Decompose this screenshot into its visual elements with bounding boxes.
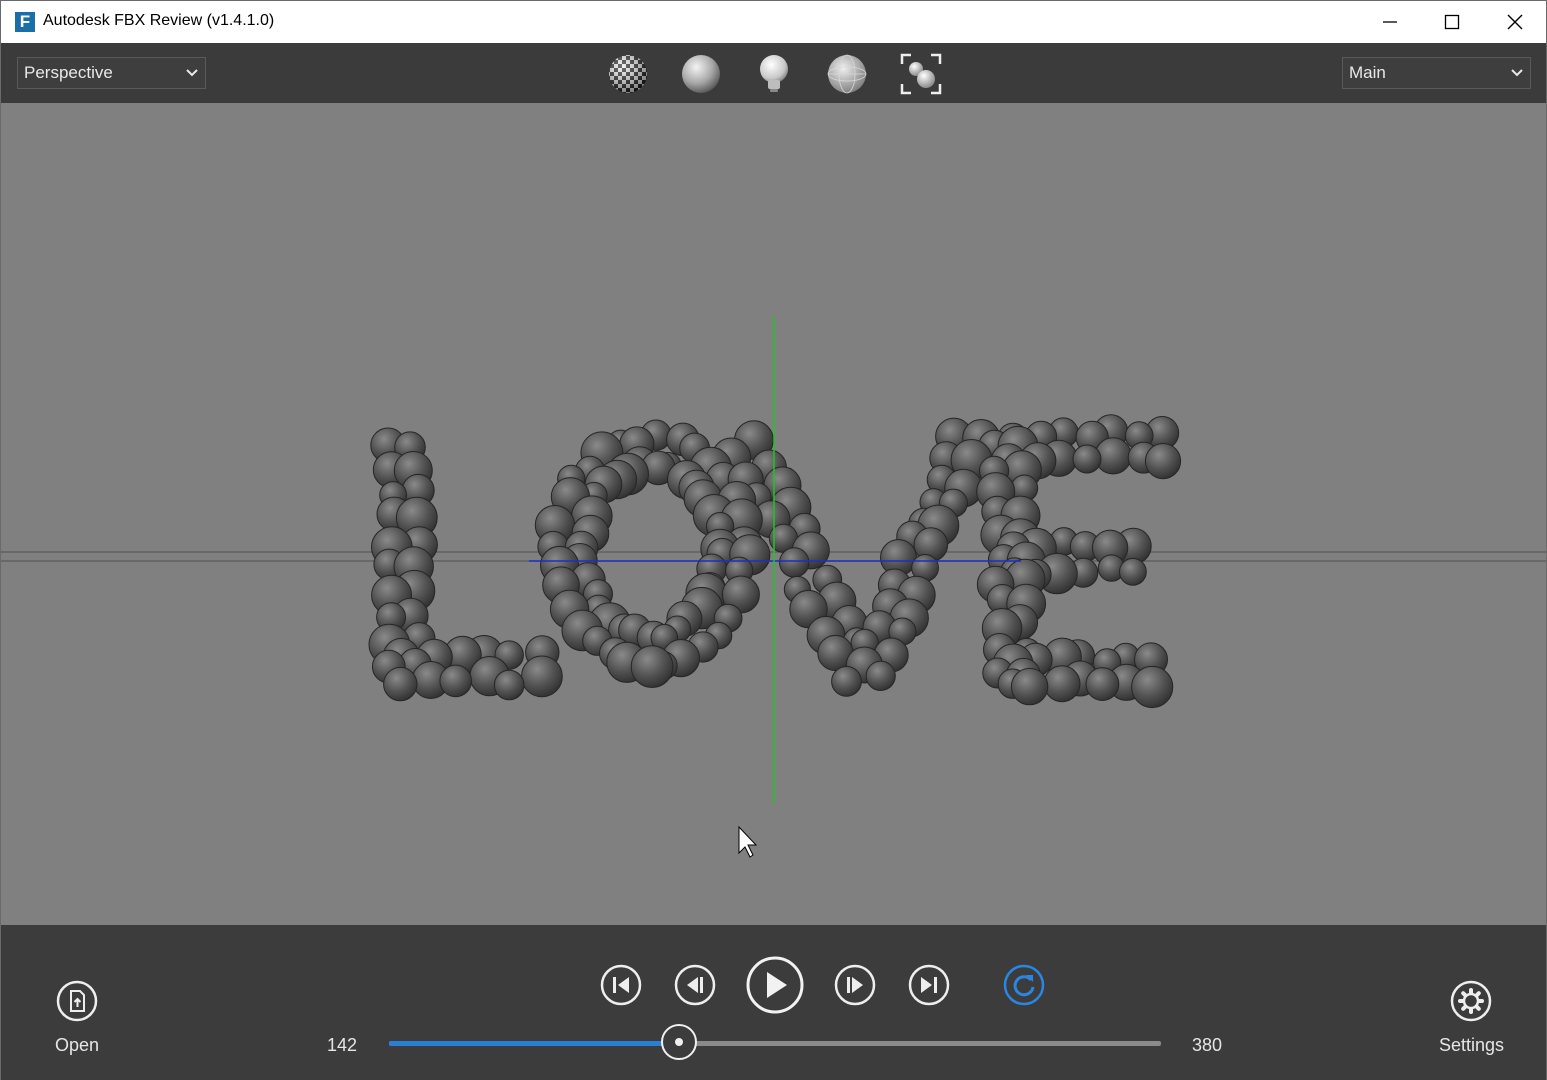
close-button[interactable] [1484, 1, 1546, 43]
scene-sphere [831, 666, 862, 697]
3d-viewport[interactable] [1, 103, 1546, 925]
end-frame-label: 380 [1192, 1035, 1223, 1055]
settings-button[interactable] [1450, 980, 1492, 1022]
timeline-slider[interactable] [389, 1024, 1161, 1060]
scene-sphere [493, 669, 525, 701]
minimize-icon [1383, 21, 1397, 23]
gear-icon [1450, 980, 1492, 1022]
start-frame-label: 142 [327, 1035, 358, 1055]
title-bar: F Autodesk FBX Review (v1.4.1.0) [1, 1, 1546, 43]
go-to-end-icon[interactable] [907, 963, 951, 1007]
shaded-sphere-icon[interactable] [679, 52, 723, 96]
open-button[interactable] [56, 980, 98, 1022]
viewport-toolbar: Perspective Main [1, 43, 1546, 103]
loop-icon[interactable] [1002, 963, 1046, 1007]
scene-sphere [1131, 665, 1174, 709]
take-dropdown[interactable]: Main [1342, 57, 1531, 89]
step-back-icon[interactable] [673, 963, 717, 1007]
scene-sphere [439, 664, 473, 698]
settings-label: Settings [1439, 1035, 1505, 1055]
close-icon [1507, 14, 1523, 30]
scene-sphere [865, 660, 896, 692]
scene-canvas [1, 317, 1546, 858]
scene-sphere [1144, 443, 1182, 480]
app-logo: F [15, 12, 35, 32]
scene-sphere [1010, 667, 1049, 706]
camera-dropdown-value: Perspective [24, 63, 113, 82]
maximize-button[interactable] [1421, 1, 1483, 43]
chevron-down-icon [1511, 69, 1523, 77]
scene-sphere [521, 655, 563, 698]
scene-sphere [1119, 557, 1147, 586]
maximize-icon [1444, 14, 1460, 30]
scene-sphere [630, 645, 674, 688]
scene-sphere [1043, 665, 1081, 703]
open-file-icon [56, 980, 98, 1022]
playback-panel: Open 142 380 Settings [1, 925, 1546, 1080]
scene-sphere [1085, 667, 1120, 701]
window-title: Autodesk FBX Review (v1.4.1.0) [43, 12, 275, 29]
light-bulb-icon[interactable] [752, 52, 796, 96]
scene-sphere [383, 666, 418, 702]
chevron-down-icon [186, 69, 198, 77]
mouse-cursor-icon [738, 825, 758, 858]
minimize-button[interactable] [1359, 1, 1421, 43]
fbx-review-window: F Autodesk FBX Review (v1.4.1.0) Perspec… [0, 0, 1547, 1080]
open-label: Open [55, 1035, 100, 1055]
wireframe-sphere-icon[interactable] [825, 52, 869, 96]
step-forward-icon[interactable] [833, 963, 877, 1007]
timeline-thumb[interactable] [660, 1024, 697, 1060]
go-to-start-icon[interactable] [599, 963, 643, 1007]
frame-objects-icon[interactable] [899, 52, 943, 96]
checker-sphere-icon[interactable] [606, 52, 650, 96]
scene-sphere [779, 547, 810, 578]
play-icon[interactable] [744, 954, 806, 1016]
take-dropdown-value: Main [1349, 63, 1386, 82]
timeline-progress-fill [389, 1041, 679, 1046]
scene-sphere [1072, 444, 1102, 474]
camera-dropdown[interactable]: Perspective [17, 57, 206, 89]
